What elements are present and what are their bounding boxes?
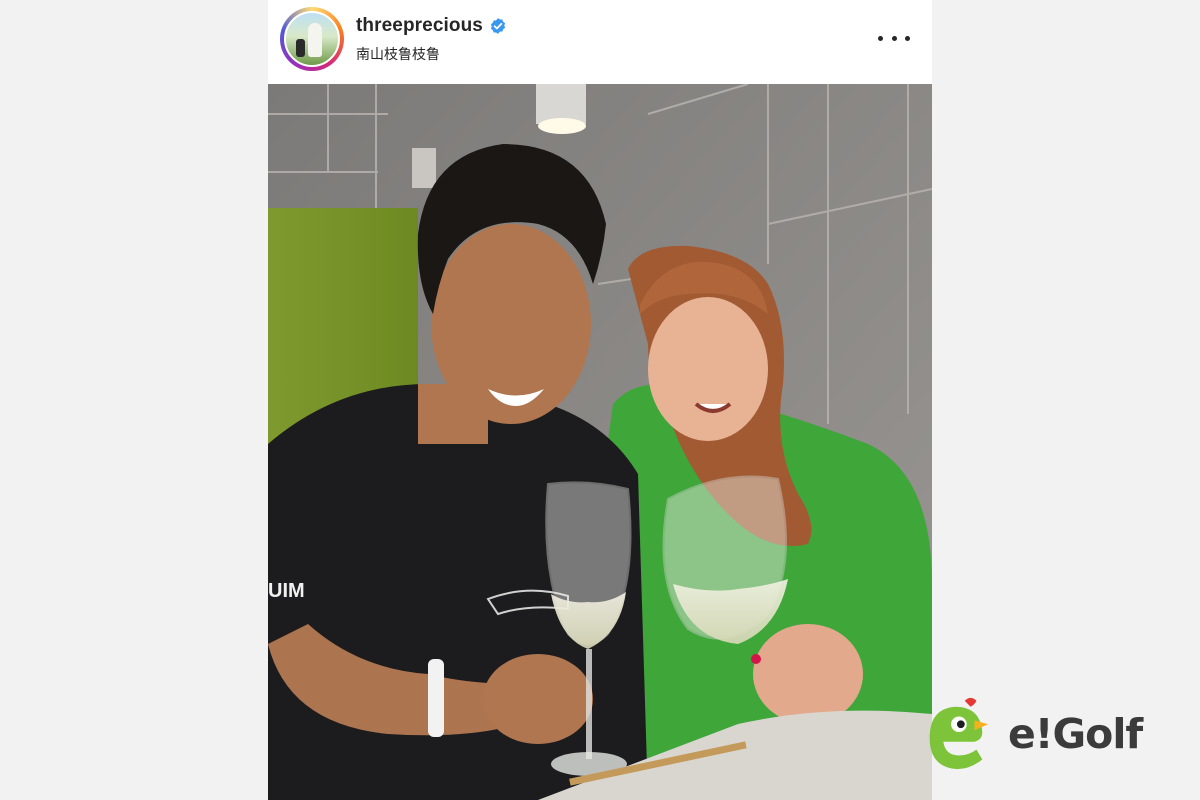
profile-avatar[interactable] xyxy=(280,7,344,71)
shirt-print-text: UIM xyxy=(268,580,305,602)
avatar-image xyxy=(284,11,340,67)
post-subtitle: 南山枝鲁枝鲁 xyxy=(356,46,440,62)
post-header: threeprecious 南山枝鲁枝鲁 xyxy=(268,0,932,84)
more-options-icon[interactable] xyxy=(878,28,910,48)
post-photo[interactable]: UIM xyxy=(268,84,932,800)
username-row: threeprecious xyxy=(356,15,507,37)
verified-badge-icon xyxy=(490,18,506,34)
photo-illustration: UIM xyxy=(268,84,932,800)
green-bird-mascot-icon xyxy=(929,697,989,770)
egolf-watermark-logo: e!Golf xyxy=(910,694,1180,778)
username-link[interactable]: threeprecious xyxy=(356,15,483,37)
instagram-post-card: threeprecious 南山枝鲁枝鲁 UIM xyxy=(268,0,932,800)
egolf-brand-text: e!Golf xyxy=(1008,710,1143,758)
